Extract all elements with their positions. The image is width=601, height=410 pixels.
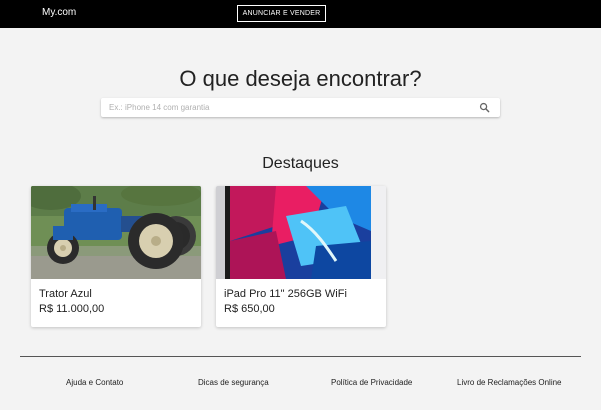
sell-button[interactable]: ANUNCIAR E VENDER [237,5,326,22]
top-navbar: My.com ANUNCIAR E VENDER [0,0,601,28]
product-name[interactable]: iPad Pro 11" 256GB WiFi [224,288,347,300]
product-name[interactable]: Trator Azul [39,288,92,300]
product-card[interactable]: Trator Azul R$ 11.000,00 [31,186,201,327]
product-image-tractor[interactable] [31,186,201,279]
product-image-ipad[interactable] [216,186,386,279]
search-icon[interactable] [479,102,490,113]
page-title: O que deseja encontrar? [179,66,422,91]
search-bar [101,98,500,117]
footer-link-privacy[interactable]: Política de Privacidade [331,378,412,387]
product-price: R$ 11.000,00 [39,303,105,315]
footer-link-safety-tips[interactable]: Dicas de segurança [198,378,269,387]
search-input[interactable] [101,98,471,117]
footer-divider [20,356,581,357]
featured-section-title: Destaques [262,155,339,172]
brand-logo-link[interactable]: My.com [42,7,76,18]
footer-link-complaints-book[interactable]: Livro de Reclamações Online [457,378,562,387]
product-price: R$ 650,00 [224,303,275,315]
footer-link-help[interactable]: Ajuda e Contato [66,378,123,387]
product-card[interactable]: iPad Pro 11" 256GB WiFi R$ 650,00 [216,186,386,327]
